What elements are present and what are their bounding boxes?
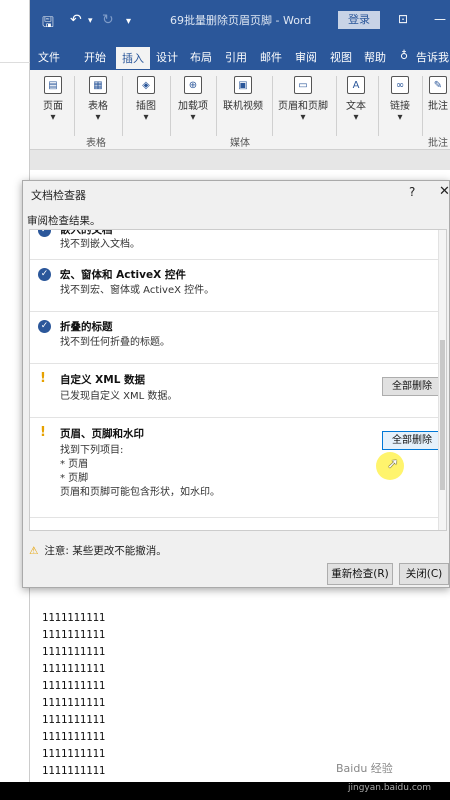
remove-all-xml-button[interactable]: 全部删除	[382, 377, 442, 396]
ribbon-group-table[interactable]: ▦ 表格 ▾	[80, 76, 116, 123]
results-scrollbar[interactable]	[438, 230, 446, 530]
tab-layout[interactable]: 布局	[190, 49, 212, 65]
check-circle-icon: ✓	[38, 230, 51, 237]
tab-references[interactable]: 引用	[225, 49, 247, 65]
login-button[interactable]: 登录	[338, 11, 380, 29]
reinspect-button[interactable]: 重新检查(R)	[327, 563, 393, 585]
doc-line: 1111111111	[42, 765, 106, 777]
undo-dropdown-icon[interactable]: ▾	[88, 16, 93, 26]
ribbon-display-icon[interactable]: ⊡	[398, 12, 408, 26]
watermark-url: jingyan.baidu.com	[348, 783, 432, 793]
doc-line: 1111111111	[42, 748, 106, 760]
table-icon: ▦	[89, 76, 107, 94]
tab-tell-me[interactable]: 告诉我	[416, 49, 449, 65]
warning-icon: !	[40, 371, 46, 386]
tab-home[interactable]: 开始	[84, 49, 106, 65]
tab-review[interactable]: 审阅	[295, 49, 317, 65]
scrollbar-thumb[interactable]	[440, 340, 445, 490]
ribbon-group-text[interactable]: A 文本 ▾	[340, 76, 372, 123]
tab-view[interactable]: 视图	[330, 49, 352, 65]
document-text: 1111111111 1111111111 1111111111 1111111…	[42, 610, 105, 782]
lightbulb-icon[interactable]: ♁	[400, 49, 408, 62]
minimize-icon[interactable]: —	[434, 12, 446, 26]
ribbon-group-header-footer[interactable]: ▭ 页眉和页脚 ▾	[274, 76, 332, 123]
text-icon: A	[347, 76, 365, 94]
video-icon: ▣	[234, 76, 252, 94]
ribbon-group-video[interactable]: ▣ 联机视频	[220, 76, 266, 112]
doc-line: 1111111111	[42, 663, 106, 675]
ribbon-group-comment[interactable]: ✎ 批注	[426, 76, 450, 112]
ribbon-group-page[interactable]: ▤ 页面 ▾	[36, 76, 70, 123]
doc-line: 1111111111	[42, 714, 106, 726]
watermark-logo: Baidu 经验	[336, 762, 393, 775]
mouse-cursor-icon: ➚	[387, 456, 399, 472]
redo-icon[interactable]: ↻	[102, 12, 114, 28]
addin-icon: ⊕	[184, 76, 202, 94]
help-icon[interactable]: ?	[409, 185, 415, 199]
group-label-table: 表格	[86, 138, 106, 149]
undo-warning-note: ⚠ 注意: 某些更改不能撤消。	[29, 545, 167, 557]
tab-help[interactable]: 帮助	[364, 49, 386, 65]
tab-file[interactable]: 文件	[38, 49, 60, 65]
check-circle-icon: ✓	[38, 320, 51, 333]
page-icon: ▤	[44, 76, 62, 94]
ribbon: ▤ 页面 ▾ ▦ 表格 ▾ 表格 ◈ 插图 ▾ ⊕ 加载项 ▾ ▣ 联机视频 媒…	[30, 70, 450, 150]
ribbon-group-addins[interactable]: ⊕ 加载项 ▾	[176, 76, 210, 123]
doc-line: 1111111111	[42, 780, 105, 782]
qat-customize-icon[interactable]: ▾	[126, 16, 131, 27]
group-label-media: 媒体	[230, 138, 250, 149]
ribbon-group-illustrations[interactable]: ◈ 插图 ▾	[128, 76, 164, 123]
list-item: ✓ 嵌入的文档 找不到嵌入文档。	[30, 230, 438, 260]
document-inspector-dialog: 文档检查器 ? ✕ 审阅检查结果。 ✓ 嵌入的文档 找不到嵌入文档。 ✓ 宏、窗…	[22, 180, 450, 588]
inspection-results-list: ✓ 嵌入的文档 找不到嵌入文档。 ✓ 宏、窗体和 ActiveX 控件 找不到宏…	[29, 229, 447, 531]
check-circle-icon: ✓	[38, 268, 51, 281]
doc-line: 1111111111	[42, 646, 106, 658]
doc-line: 1111111111	[42, 680, 106, 692]
ribbon-tabs: 文件 开始 插入 设计 布局 引用 邮件 审阅 视图 帮助 ♁ 告诉我	[30, 44, 450, 70]
list-item: ✓ 宏、窗体和 ActiveX 控件 找不到宏、窗体或 ActiveX 控件。	[30, 260, 438, 312]
tab-insert[interactable]: 插入	[116, 47, 150, 69]
document-title: 69批量删除页眉页脚 - Word	[170, 14, 312, 27]
illustration-icon: ◈	[137, 76, 155, 94]
comment-icon: ✎	[429, 76, 447, 94]
doc-line: 1111111111	[42, 612, 106, 624]
dialog-title: 文档检查器	[31, 189, 86, 202]
link-icon: ∞	[391, 76, 409, 94]
dialog-subtitle: 审阅检查结果。	[27, 215, 101, 227]
close-icon[interactable]: ✕	[439, 184, 450, 199]
close-button[interactable]: 关闭(C)	[399, 563, 449, 585]
save-icon[interactable]: 🖫	[42, 12, 54, 36]
undo-icon[interactable]: ↶	[70, 12, 82, 28]
screen: 🖫 ↶ ▾ ↻ ▾ 69批量删除页眉页脚 - Word 登录 ⊡ — 文件 开始…	[0, 0, 450, 782]
doc-line: 1111111111	[42, 629, 106, 641]
list-item: ! 自定义 XML 数据 已发现自定义 XML 数据。 全部删除	[30, 364, 442, 418]
tab-design[interactable]: 设计	[156, 49, 178, 65]
tab-mailings[interactable]: 邮件	[260, 49, 282, 65]
warning-triangle-icon: ⚠	[29, 545, 39, 557]
remove-all-headers-button[interactable]: 全部删除	[382, 431, 442, 450]
doc-line: 1111111111	[42, 697, 106, 709]
warning-icon: !	[40, 425, 46, 440]
doc-line: 1111111111	[42, 731, 106, 743]
header-footer-icon: ▭	[294, 76, 312, 94]
title-bar: 🖫 ↶ ▾ ↻ ▾ 69批量删除页眉页脚 - Word 登录 ⊡ —	[30, 0, 450, 44]
list-item: ✓ 折叠的标题 找不到任何折叠的标题。	[30, 312, 438, 364]
group-label-comment: 批注	[428, 138, 448, 149]
ribbon-group-link[interactable]: ∞ 链接 ▾	[384, 76, 416, 123]
